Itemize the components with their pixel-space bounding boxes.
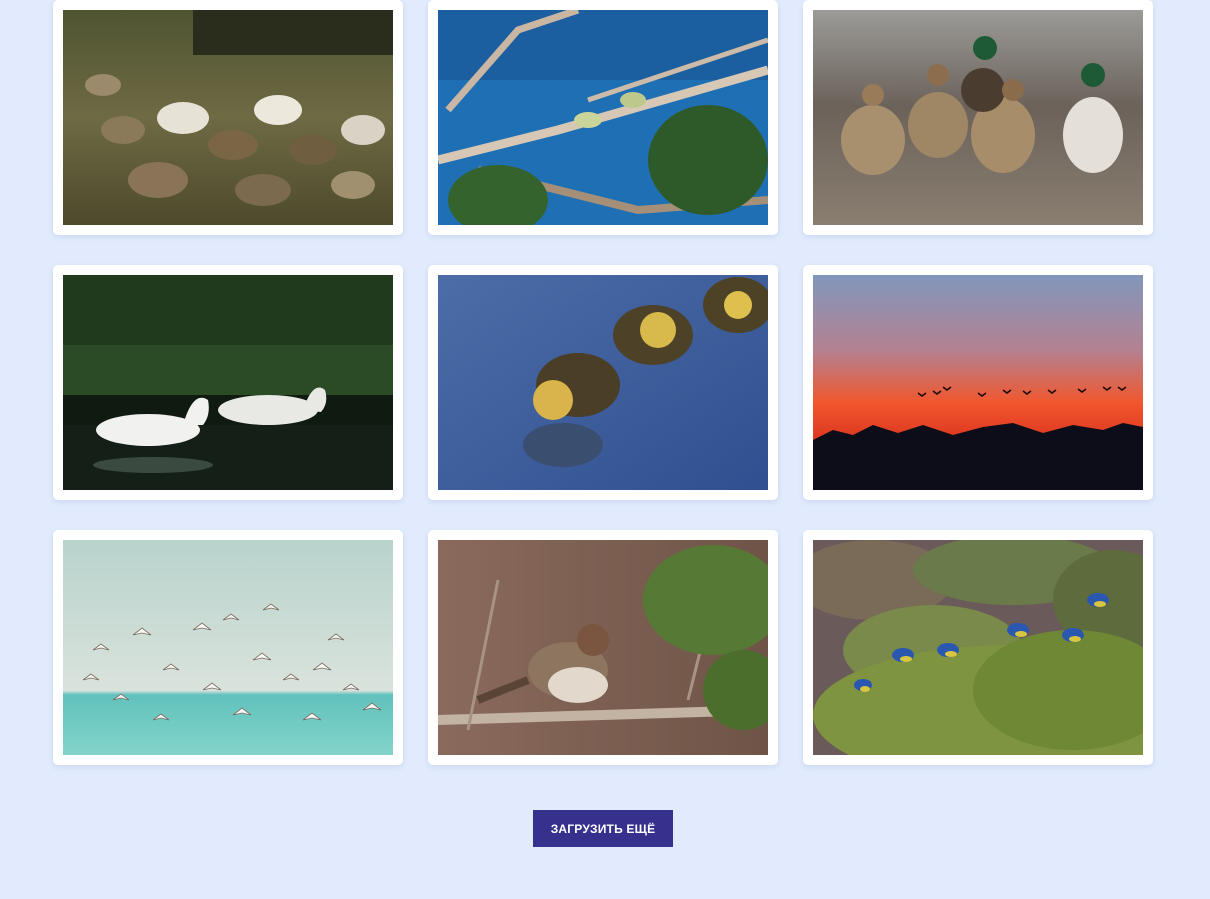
gallery-card[interactable]: [53, 530, 403, 765]
load-more-button[interactable]: ЗАГРУЗИТЬ ЕЩЁ: [533, 810, 673, 847]
gallery-card[interactable]: [53, 0, 403, 235]
photo-seagulls[interactable]: [63, 540, 393, 755]
photo-sparrow-on-branch[interactable]: [438, 540, 768, 755]
photo-blue-tits-flying[interactable]: [813, 540, 1143, 755]
gallery-card[interactable]: [428, 265, 778, 500]
gallery-card[interactable]: [428, 530, 778, 765]
photo-geese[interactable]: [63, 10, 393, 225]
gallery-card[interactable]: [803, 0, 1153, 235]
photo-ducklings[interactable]: [438, 275, 768, 490]
photo-mallard-ducks[interactable]: [813, 10, 1143, 225]
gallery-card[interactable]: [803, 265, 1153, 500]
gallery-card[interactable]: [428, 0, 778, 235]
photo-swans[interactable]: [63, 275, 393, 490]
gallery-card[interactable]: [803, 530, 1153, 765]
gallery-card[interactable]: [53, 265, 403, 500]
photo-gallery: [53, 0, 1153, 765]
photo-tits-on-branch[interactable]: [438, 10, 768, 225]
photo-birds-sunset[interactable]: [813, 275, 1143, 490]
